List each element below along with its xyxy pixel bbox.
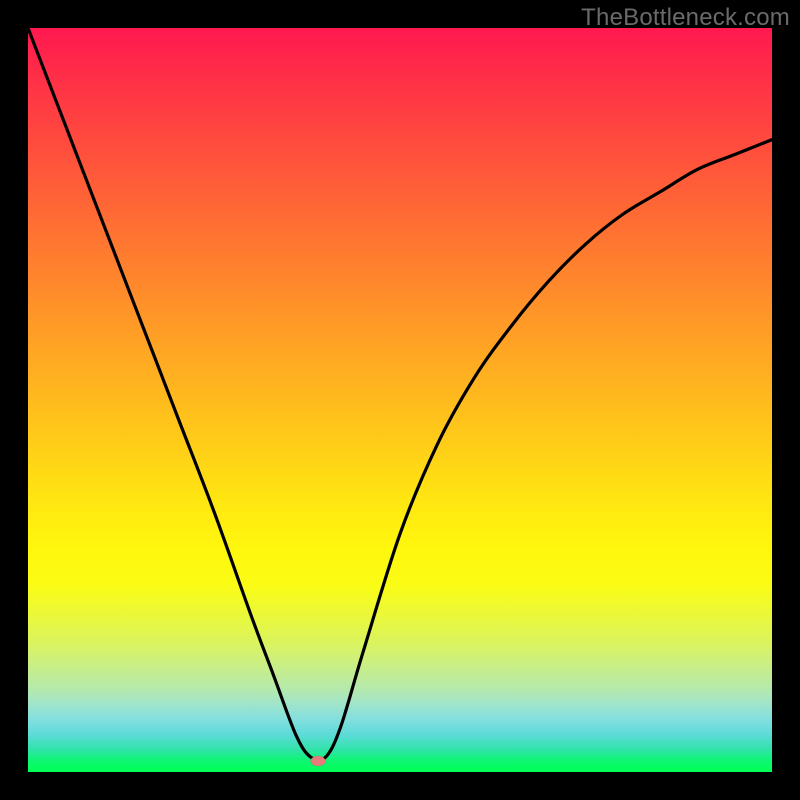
plot-area: [28, 28, 772, 772]
watermark-text: TheBottleneck.com: [581, 4, 790, 32]
bottleneck-marker-dot: [311, 756, 326, 766]
bottleneck-curve-svg: [28, 28, 772, 772]
chart-frame: TheBottleneck.com: [0, 0, 800, 800]
bottleneck-curve-path: [28, 28, 772, 760]
